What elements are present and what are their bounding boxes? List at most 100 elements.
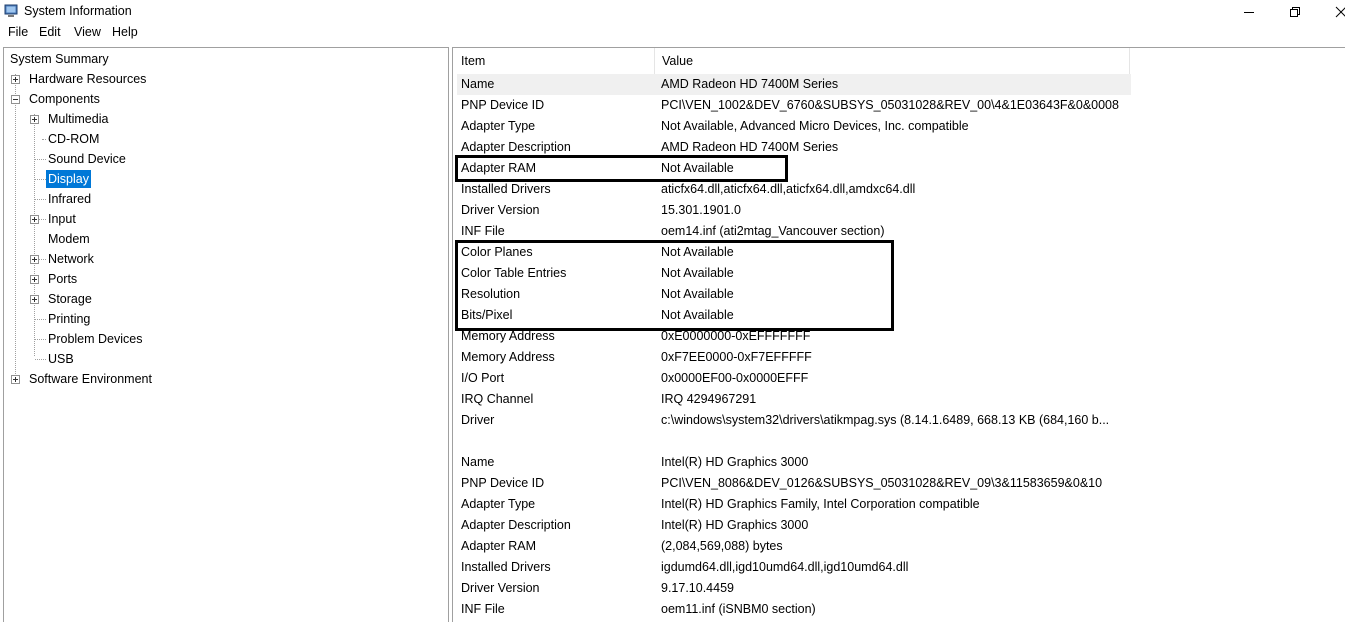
cell-value: 0xF7EE0000-0xF7EFFFFF [661,350,812,364]
expand-plus-icon[interactable] [30,295,39,304]
cell-item: Driver [461,413,495,427]
cell-value: IRQ 4294967291 [661,392,757,406]
cell-item: Bits/Pixel [461,308,513,322]
title-bar: System Information [0,0,1345,23]
cell-value: 9.17.10.4459 [661,581,734,595]
cell-item: PNP Device ID [461,98,545,112]
cell-value: aticfx64.dll,aticfx64.dll,aticfx64.dll,a… [661,182,916,196]
tree-item-label: Infrared [48,192,92,206]
restore-icon[interactable] [1272,0,1318,23]
expand-plus-icon[interactable] [11,75,20,84]
cell-item: Driver Version [461,581,540,595]
tree-item-label: USB [48,352,74,366]
menu-help[interactable]: Help [111,25,139,39]
tree-item-label: Problem Devices [48,332,143,346]
tree-item-label: Display [46,170,91,188]
cell-value: Not Available [661,245,734,259]
cell-item: Memory Address [461,350,555,364]
cell-item: Resolution [461,287,521,301]
cell-item: Color Planes [461,245,533,259]
cell-item: Adapter RAM [461,161,537,175]
tree-item-label: Modem [48,232,90,246]
cell-item: Name [461,455,495,469]
cell-value: PCI\VEN_1002&DEV_6760&SUBSYS_05031028&RE… [661,98,1119,112]
cell-value: oem11.inf (iSNBM0 section) [661,602,816,616]
cell-item: IRQ Channel [461,392,534,406]
collapse-minus-icon[interactable] [11,95,20,104]
window-title: System Information [24,4,132,18]
cell-value: Intel(R) HD Graphics 3000 [661,455,809,469]
menu-edit[interactable]: Edit [38,25,62,39]
cell-item: Installed Drivers [461,182,551,196]
tree-item-label: Network [48,252,94,266]
cell-item: INF File [461,224,505,238]
menu-file[interactable]: File [7,25,29,39]
cell-value: igdumd64.dll,igd10umd64.dll,igd10umd64.d… [661,560,909,574]
tree-connector [35,319,46,320]
cell-value: (2,084,569,088) bytes [661,539,783,553]
cell-value: Not Available [661,266,734,280]
cell-item: Adapter RAM [461,539,537,553]
minimize-icon[interactable] [1226,0,1272,23]
cell-value: c:\windows\system32\drivers\atikmpag.sys… [661,413,1110,427]
tree-connector [35,179,46,180]
tree-item-label: Hardware Resources [29,72,147,86]
tree-connector [35,359,46,360]
cell-value: Not Available [661,308,734,322]
cell-value: 0xE0000000-0xEFFFFFFF [661,329,811,343]
menu-bar: File Edit View Help [0,23,1345,42]
column-divider[interactable] [1129,48,1130,74]
expand-plus-icon[interactable] [30,115,39,124]
cell-value: Intel(R) HD Graphics 3000 [661,518,809,532]
cell-item: Adapter Description [461,140,571,154]
expand-plus-icon[interactable] [30,255,39,264]
column-header-item[interactable]: Item [453,48,485,74]
tree-item-label: Ports [48,272,78,286]
cell-item: INF File [461,602,505,616]
tree-item-label: System Summary [10,52,109,66]
cell-value: Not Available [661,161,734,175]
cell-value: Not Available, Advanced Micro Devices, I… [661,119,969,133]
tree-item-label: Software Environment [29,372,152,386]
column-header-value[interactable]: Value [654,48,693,74]
cell-item: Color Table Entries [461,266,567,280]
tree-item-label: Multimedia [48,112,109,126]
category-tree[interactable]: System Summary Hardware Resources Compon… [3,47,449,622]
cell-value: AMD Radeon HD 7400M Series [661,140,839,154]
system-info-icon [4,4,18,18]
cell-item: PNP Device ID [461,476,545,490]
tree-item-label: Input [48,212,76,226]
cell-value: Not Available [661,287,734,301]
cell-item: Adapter Description [461,518,571,532]
tree-item-label: Sound Device [48,152,126,166]
details-list[interactable]: Item Value Name AMD Radeon HD 7400M Serie… [452,47,1345,622]
cell-item: Driver Version [461,203,540,217]
cell-value: Intel(R) HD Graphics Family, Intel Corpo… [661,497,980,511]
tree-item-label: Printing [48,312,91,326]
cell-item: I/O Port [461,371,505,385]
cell-value: 0x0000EF00-0x0000EFFF [661,371,809,385]
cell-value: oem14.inf (ati2mtag_Vancouver section) [661,224,885,238]
tree-item-label: CD-ROM [48,132,100,146]
cell-value: 15.301.1901.0 [661,203,741,217]
cell-value: PCI\VEN_8086&DEV_0126&SUBSYS_05031028&RE… [661,476,1103,490]
menu-view[interactable]: View [73,25,102,39]
cell-item: Adapter Type [461,119,536,133]
close-icon[interactable] [1318,0,1345,23]
tree-item-label: Components [29,92,100,106]
cell-item: Memory Address [461,329,555,343]
expand-plus-icon[interactable] [11,375,20,384]
cell-item: Installed Drivers [461,560,551,574]
expand-plus-icon[interactable] [30,215,39,224]
list-header: Item Value [453,48,1345,74]
cell-item: Name [461,77,495,91]
tree-connector [35,339,46,340]
tree-item-label: Storage [48,292,92,306]
table-row[interactable]: Name AMD Radeon HD 7400M Series [457,74,1131,95]
tree-connector [35,199,46,200]
expand-plus-icon[interactable] [30,275,39,284]
cell-value: AMD Radeon HD 7400M Series [661,77,839,91]
tree-connector [15,74,16,374]
cell-item: Adapter Type [461,497,536,511]
tree-connector [35,159,46,160]
